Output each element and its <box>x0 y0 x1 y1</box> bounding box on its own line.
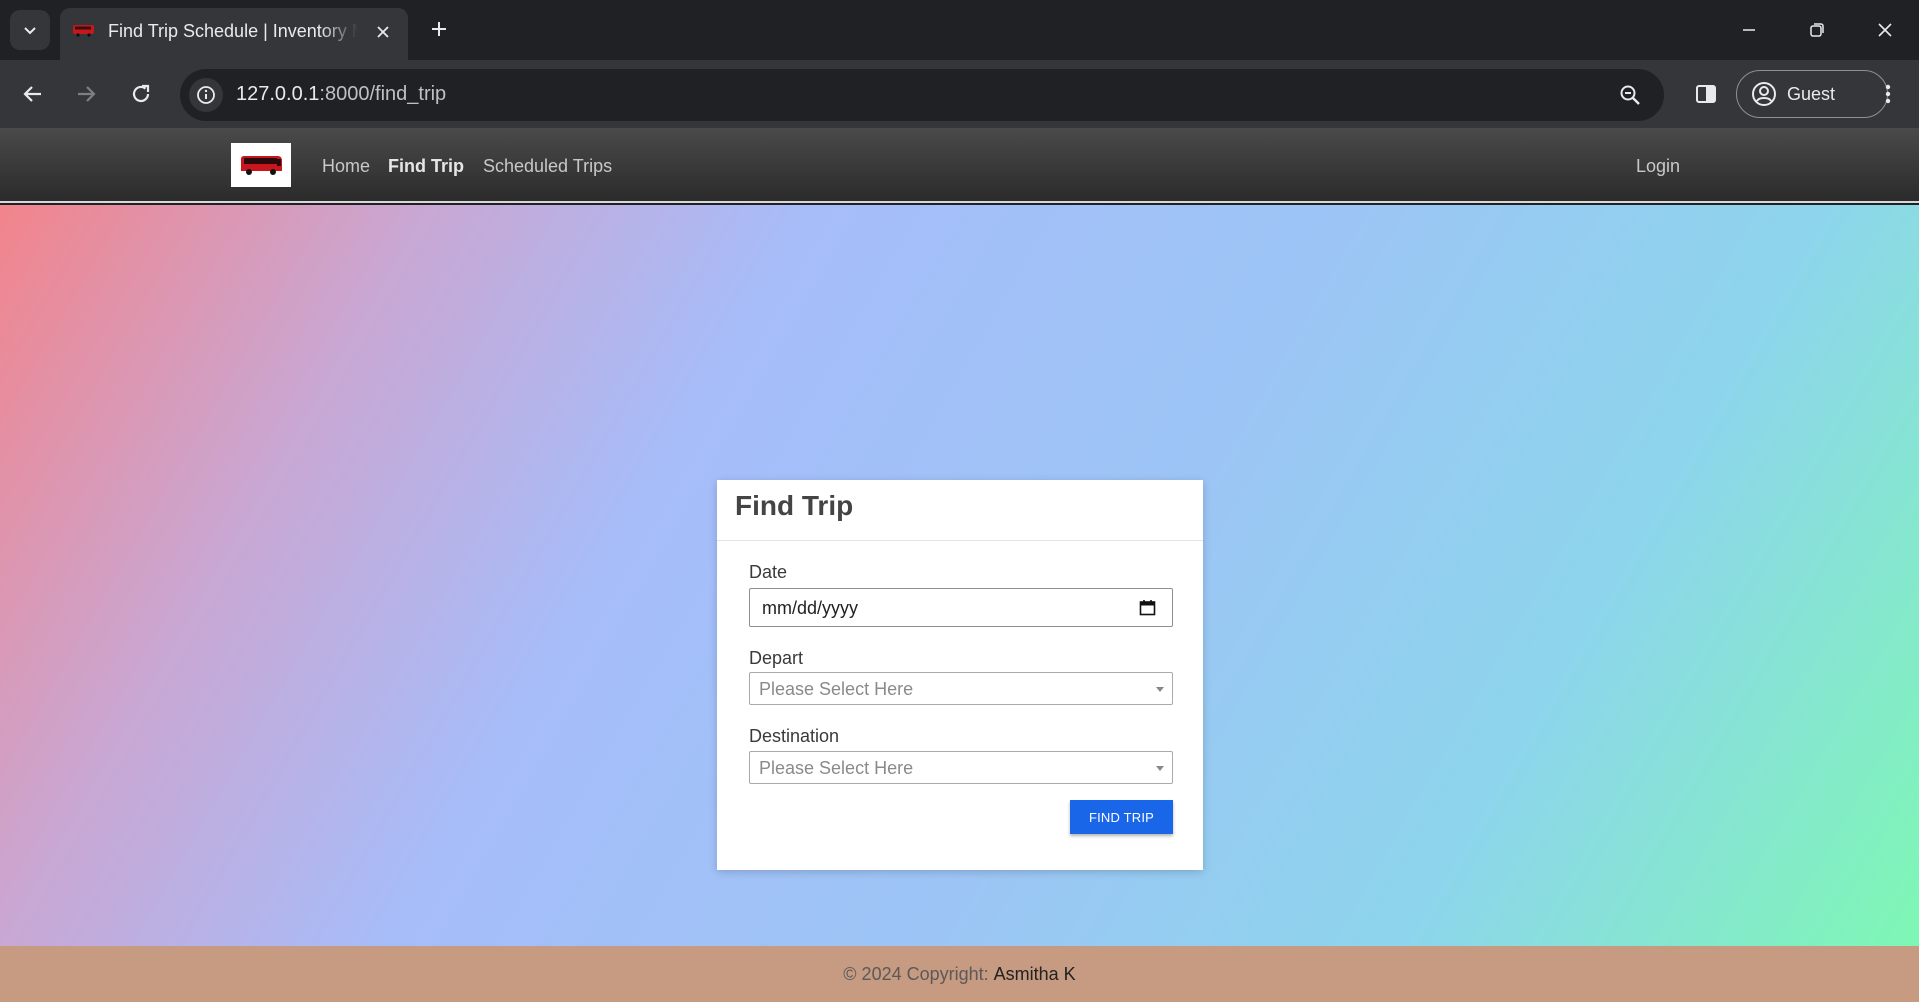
close-icon <box>1878 23 1892 37</box>
zoom-out-icon <box>1620 85 1640 105</box>
find-trip-button[interactable]: FIND TRIP <box>1070 800 1173 834</box>
date-input[interactable]: mm/dd/yyyy <box>749 588 1173 627</box>
site-navbar: Home Find Trip Scheduled Trips Login <box>0 128 1919 203</box>
calendar-icon[interactable] <box>1139 599 1156 616</box>
card-title: Find Trip <box>735 490 854 521</box>
tab-close-button[interactable] <box>372 21 394 43</box>
dropdown-arrow-icon <box>1156 687 1164 692</box>
browser-tabstrip: Find Trip Schedule | Inventory Managemen… <box>0 0 1919 60</box>
side-panel-button[interactable] <box>1686 74 1726 114</box>
find-trip-card: Find Trip Date mm/dd/yyyy Depart Please … <box>717 480 1203 870</box>
nav-link-home[interactable]: Home <box>322 156 370 177</box>
forward-button[interactable] <box>66 74 106 114</box>
side-panel-icon <box>1696 85 1716 103</box>
minimize-icon <box>1743 29 1755 31</box>
gradient-background: Find Trip Date mm/dd/yyyy Depart Please … <box>0 205 1919 946</box>
address-bar[interactable]: 127.0.0.1:8000/find_trip <box>180 69 1664 121</box>
footer-copyright: © 2024 Copyright: <box>843 963 989 984</box>
bus-logo-icon <box>241 156 282 175</box>
depart-select[interactable]: Please Select Here <box>749 672 1173 705</box>
back-button[interactable] <box>13 74 53 114</box>
url-text: 127.0.0.1:8000/find_trip <box>236 83 446 106</box>
date-label: Date <box>749 562 788 582</box>
destination-label: Destination <box>749 726 840 746</box>
browser-menu-button[interactable] <box>1868 74 1908 114</box>
profile-button[interactable]: Guest <box>1736 70 1888 118</box>
tab-title: Find Trip Schedule | Inventory Managemen… <box>108 21 358 41</box>
info-icon <box>197 86 215 104</box>
arrow-right-icon <box>78 86 96 102</box>
reload-icon <box>132 84 150 103</box>
close-icon <box>377 26 389 38</box>
destination-select[interactable]: Please Select Here <box>749 751 1173 784</box>
nav-link-login[interactable]: Login <box>1636 156 1680 177</box>
dropdown-arrow-icon <box>1156 766 1164 771</box>
minimize-window-button[interactable] <box>1726 12 1772 48</box>
site-info-button[interactable] <box>189 78 223 112</box>
page-viewport: Home Find Trip Scheduled Trips Login Fin… <box>0 128 1919 1002</box>
nav-link-find-trip[interactable]: Find Trip <box>388 156 464 177</box>
reload-button[interactable] <box>121 74 161 114</box>
restore-icon <box>1810 23 1824 37</box>
nav-link-scheduled-trips[interactable]: Scheduled Trips <box>483 156 612 177</box>
url-host: 127.0.0.1 <box>236 83 320 105</box>
destination-select-value: Please Select Here <box>759 758 914 778</box>
new-tab-button[interactable] <box>424 14 454 44</box>
account-circle-icon <box>1752 82 1776 106</box>
tab-search-button[interactable] <box>10 10 50 50</box>
footer-author: Asmitha K <box>993 963 1076 984</box>
browser-toolbar: 127.0.0.1:8000/find_trip Guest <box>0 60 1919 128</box>
profile-label: Guest <box>1787 83 1836 104</box>
plus-icon <box>432 22 446 36</box>
date-placeholder: mm/dd/yyyy <box>762 598 859 618</box>
site-footer: © 2024 Copyright: Asmitha K <box>0 946 1919 1002</box>
depart-label: Depart <box>749 648 804 668</box>
card-header: Find Trip <box>717 480 1203 541</box>
close-window-button[interactable] <box>1862 12 1908 48</box>
chevron-down-icon <box>24 27 36 35</box>
browser-tab-active[interactable]: Find Trip Schedule | Inventory Managemen… <box>60 8 408 60</box>
arrow-left-icon <box>23 86 41 102</box>
depart-select-value: Please Select Here <box>759 679 914 699</box>
more-vert-icon <box>1885 84 1891 104</box>
restore-window-button[interactable] <box>1794 12 1840 48</box>
zoom-button[interactable] <box>1616 81 1644 109</box>
brand-logo[interactable] <box>231 143 291 187</box>
bus-favicon-icon <box>73 25 94 37</box>
url-path: :8000/find_trip <box>319 83 447 105</box>
